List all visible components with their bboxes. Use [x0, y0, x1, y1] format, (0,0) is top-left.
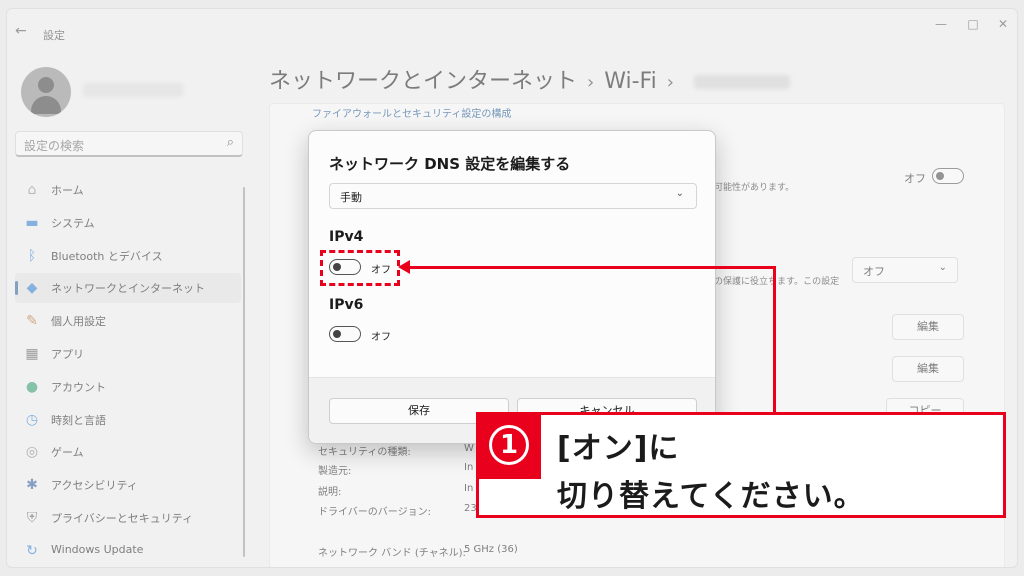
ipv6-toggle[interactable] [329, 326, 361, 342]
arrow-head-icon [398, 260, 410, 274]
dns-mode-select[interactable]: 手動 ⌄ [329, 183, 697, 209]
highlight-dashed-box [320, 250, 400, 286]
dns-settings-dialog: ネットワーク DNS 設定を編集する 手動 ⌄ IPv4 オフ IPv6 オフ … [308, 130, 716, 444]
instruction-line-2: 切り替えてください。 [557, 479, 865, 514]
ipv6-state: オフ [371, 332, 391, 343]
dns-mode-value: 手動 [340, 191, 362, 204]
dialog-title: ネットワーク DNS 設定を編集する [329, 155, 571, 173]
ipv6-label: IPv6 [329, 297, 364, 313]
callout-line-horizontal [404, 266, 776, 269]
step-number: 1 [489, 425, 529, 465]
chevron-down-icon: ⌄ [675, 188, 684, 199]
ipv4-label: IPv4 [329, 229, 364, 245]
instruction-line-1: [オン]に [557, 431, 680, 466]
step-badge: 1 [479, 415, 541, 479]
instruction-callout: 1 [オン]に 切り替えてください。 [476, 412, 1006, 518]
callout-line-vertical [773, 266, 776, 414]
